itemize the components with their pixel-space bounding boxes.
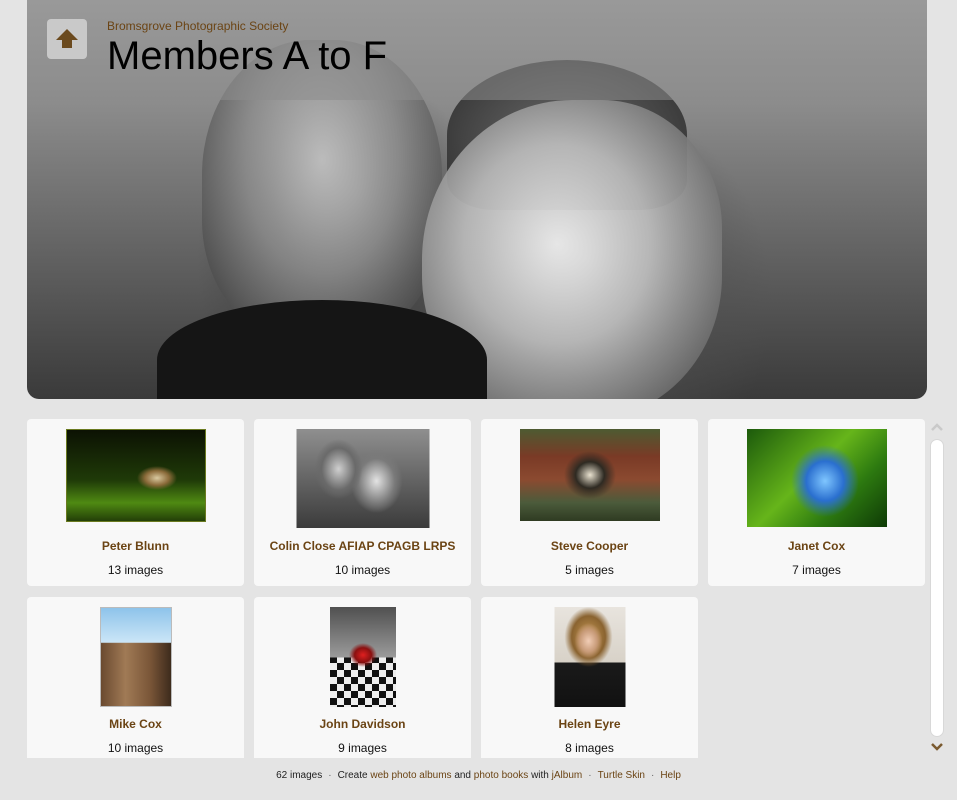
album-card-steve-cooper[interactable]: Steve Cooper 5 images: [481, 419, 698, 586]
album-name[interactable]: Colin Close AFIAP CPAGB LRPS: [254, 539, 471, 553]
up-arrow-icon: [56, 29, 78, 48]
album-name[interactable]: Peter Blunn: [27, 539, 244, 553]
web-photo-albums-link[interactable]: web photo albums: [370, 770, 451, 781]
page-title: Members A to F: [107, 34, 388, 78]
thumbnail-image[interactable]: [329, 607, 396, 707]
separator: ·: [328, 770, 332, 781]
album-count: 13 images: [107, 563, 164, 577]
thumbnail-image[interactable]: [746, 429, 887, 527]
album-card-janet-cox[interactable]: Janet Cox 7 images: [708, 419, 925, 586]
help-link[interactable]: Help: [660, 770, 681, 781]
thumbnail-image[interactable]: [296, 429, 429, 528]
up-button[interactable]: [47, 19, 87, 59]
thumbnail-image[interactable]: [99, 607, 172, 707]
album-card-colin-close[interactable]: Colin Close AFIAP CPAGB LRPS 10 images: [254, 419, 471, 586]
thumbnail-image[interactable]: [554, 607, 625, 707]
scroll-down-icon[interactable]: [930, 741, 944, 753]
thumbnail-image[interactable]: [519, 429, 660, 521]
thumbnail-image[interactable]: [65, 429, 206, 522]
footer-create-text: Create: [337, 770, 368, 781]
scrollbar-track[interactable]: [930, 439, 944, 737]
album-count: 5 images: [565, 563, 614, 577]
album-name[interactable]: John Davidson: [254, 717, 471, 731]
footer-image-count: 62 images: [276, 770, 323, 781]
separator: ·: [588, 770, 592, 781]
album-count: 10 images: [107, 741, 164, 755]
jalbum-link[interactable]: jAlbum: [552, 770, 583, 781]
album-name[interactable]: Mike Cox: [27, 717, 244, 731]
footer-and-text: and: [454, 770, 471, 781]
album-count: 8 images: [565, 741, 614, 755]
album-card-helen-eyre[interactable]: Helen Eyre 8 images: [481, 597, 698, 758]
scroll-up-icon[interactable]: [930, 421, 944, 433]
album-card-mike-cox[interactable]: Mike Cox 10 images: [27, 597, 244, 758]
site-title-link[interactable]: Bromsgrove Photographic Society: [107, 19, 288, 33]
footer: 62 images · Create web photo albums and ph…: [0, 770, 957, 781]
album-card-peter-blunn[interactable]: Peter Blunn 13 images: [27, 419, 244, 586]
album-grid: Peter Blunn 13 images Colin Close AFIAP …: [27, 419, 927, 758]
album-name[interactable]: Helen Eyre: [481, 717, 698, 731]
album-count: 10 images: [334, 563, 391, 577]
album-name[interactable]: Steve Cooper: [481, 539, 698, 553]
album-count: 7 images: [792, 563, 841, 577]
turtle-skin-link[interactable]: Turtle Skin: [598, 770, 645, 781]
album-count: 9 images: [338, 741, 387, 755]
album-name[interactable]: Janet Cox: [708, 539, 925, 553]
album-card-john-davidson[interactable]: John Davidson 9 images: [254, 597, 471, 758]
separator: ·: [650, 770, 655, 781]
footer-with-text: with: [531, 770, 549, 781]
photo-books-link[interactable]: photo books: [474, 770, 529, 781]
